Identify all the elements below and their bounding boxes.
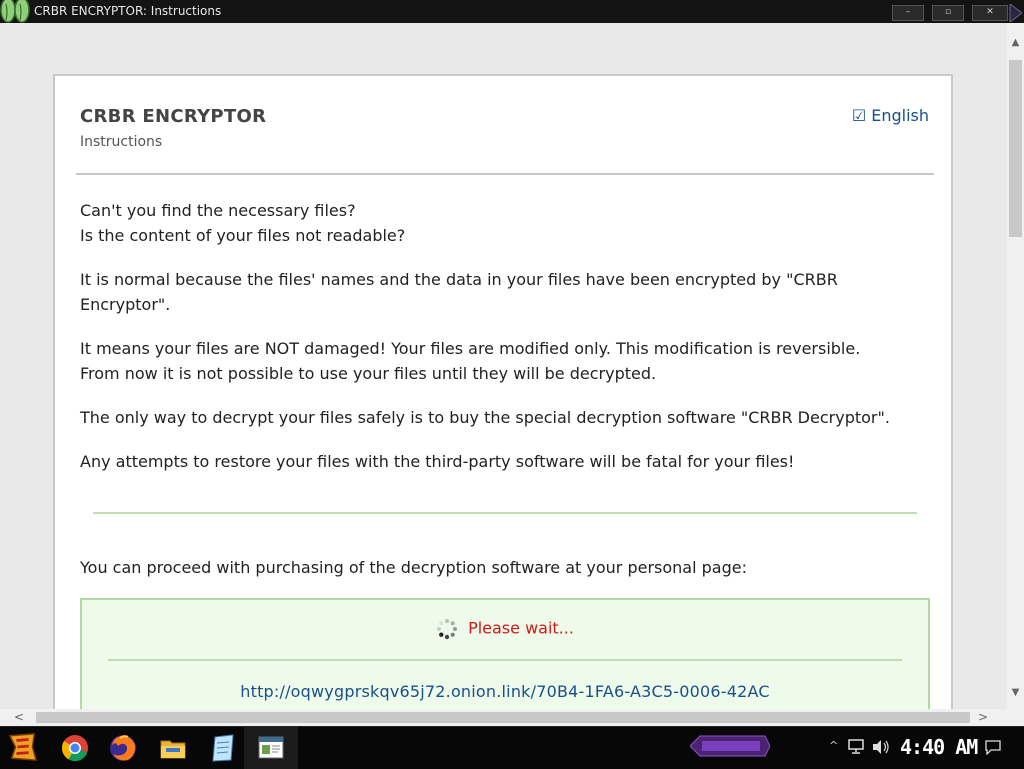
instructions-card: CRBR ENCRYPTOR Instructions ☑ English Can… [53,74,953,709]
checkbox-icon[interactable]: ☑ [852,106,866,125]
notepad-icon[interactable] [208,733,238,763]
scroll-up-icon[interactable]: ▲ [1007,37,1024,51]
scroll-right-icon[interactable]: > [978,710,988,724]
start-icon[interactable] [8,732,38,762]
paragraph-missing-files: Can't you find the necessary files? Is t… [80,198,920,248]
corner-triangle-icon [1009,4,1022,22]
horizontal-scroll-thumb[interactable] [36,712,970,723]
file-explorer-icon[interactable] [158,733,188,763]
window-app-icon[interactable] [256,733,286,763]
firefox-icon[interactable] [108,733,138,763]
payment-divider [108,659,902,661]
language-toggle[interactable]: ☑ English [852,106,929,125]
notification-icon[interactable] [985,739,1001,755]
paragraph-encrypted-notice: It is normal because the files' names an… [80,267,920,317]
maximize-button[interactable]: ▫ [932,5,964,21]
taskbar: ^ 4:40 AM [0,726,1024,769]
vertical-scroll-thumb[interactable] [1009,60,1022,237]
language-label[interactable]: English [871,106,929,125]
payment-box: Please wait... http://oqwygprskqv65j72.o… [80,598,930,709]
scroll-left-icon[interactable]: < [14,710,24,724]
spinner-icon [437,619,458,640]
paragraph-line: Is the content of your files not readabl… [80,226,406,245]
content-viewport[interactable]: CRBR ENCRYPTOR Instructions ☑ English Can… [0,23,1007,709]
paragraph-line: It means your files are NOT damaged! You… [80,339,861,358]
loading-status: Please wait... [82,618,928,640]
scroll-down-icon[interactable]: ▼ [1007,687,1024,701]
tray-expand-icon[interactable]: ^ [829,739,838,752]
paragraph-only-way: The only way to decrypt your files safel… [80,408,890,427]
paragraph-line: From now it is not possible to use your … [80,364,657,383]
minimize-button[interactable]: – [892,5,924,21]
page-subtitle: Instructions [80,134,163,150]
vertical-scrollbar[interactable]: ▲ ▼ [1007,23,1024,709]
header-divider [76,173,934,175]
horizontal-scrollbar[interactable]: < > [0,709,1007,726]
chrome-icon[interactable] [60,733,90,763]
paragraph-line: Can't you find the necessary files? [80,201,356,220]
window-title-bar[interactable]: CRBR ENCRYPTOR: Instructions – ▫ ✕ [0,0,1024,24]
page-title: CRBR ENCRYPTOR [80,106,267,127]
window-title: CRBR ENCRYPTOR: Instructions [34,4,222,18]
paragraph-line: It is normal because the files' names an… [80,270,838,289]
close-button[interactable]: ✕ [972,5,1008,21]
paragraph-not-damaged: It means your files are NOT damaged! You… [80,336,920,386]
network-icon[interactable] [847,739,865,755]
volume-icon[interactable] [871,739,891,755]
personal-page-link[interactable]: http://oqwygprskqv65j72.onion.link/70B4-… [82,682,928,701]
paragraph-personal-page: You can proceed with purchasing of the d… [80,558,747,577]
taskbar-decoration-icon [690,735,770,757]
section-divider [93,512,917,514]
please-wait-text: Please wait... [468,618,574,638]
paragraph-warning: Any attempts to restore your files with … [80,452,795,471]
scrollbar-corner [1007,709,1024,726]
paragraph-line: Encryptor". [80,295,171,314]
taskbar-clock[interactable]: 4:40 AM [900,735,978,759]
